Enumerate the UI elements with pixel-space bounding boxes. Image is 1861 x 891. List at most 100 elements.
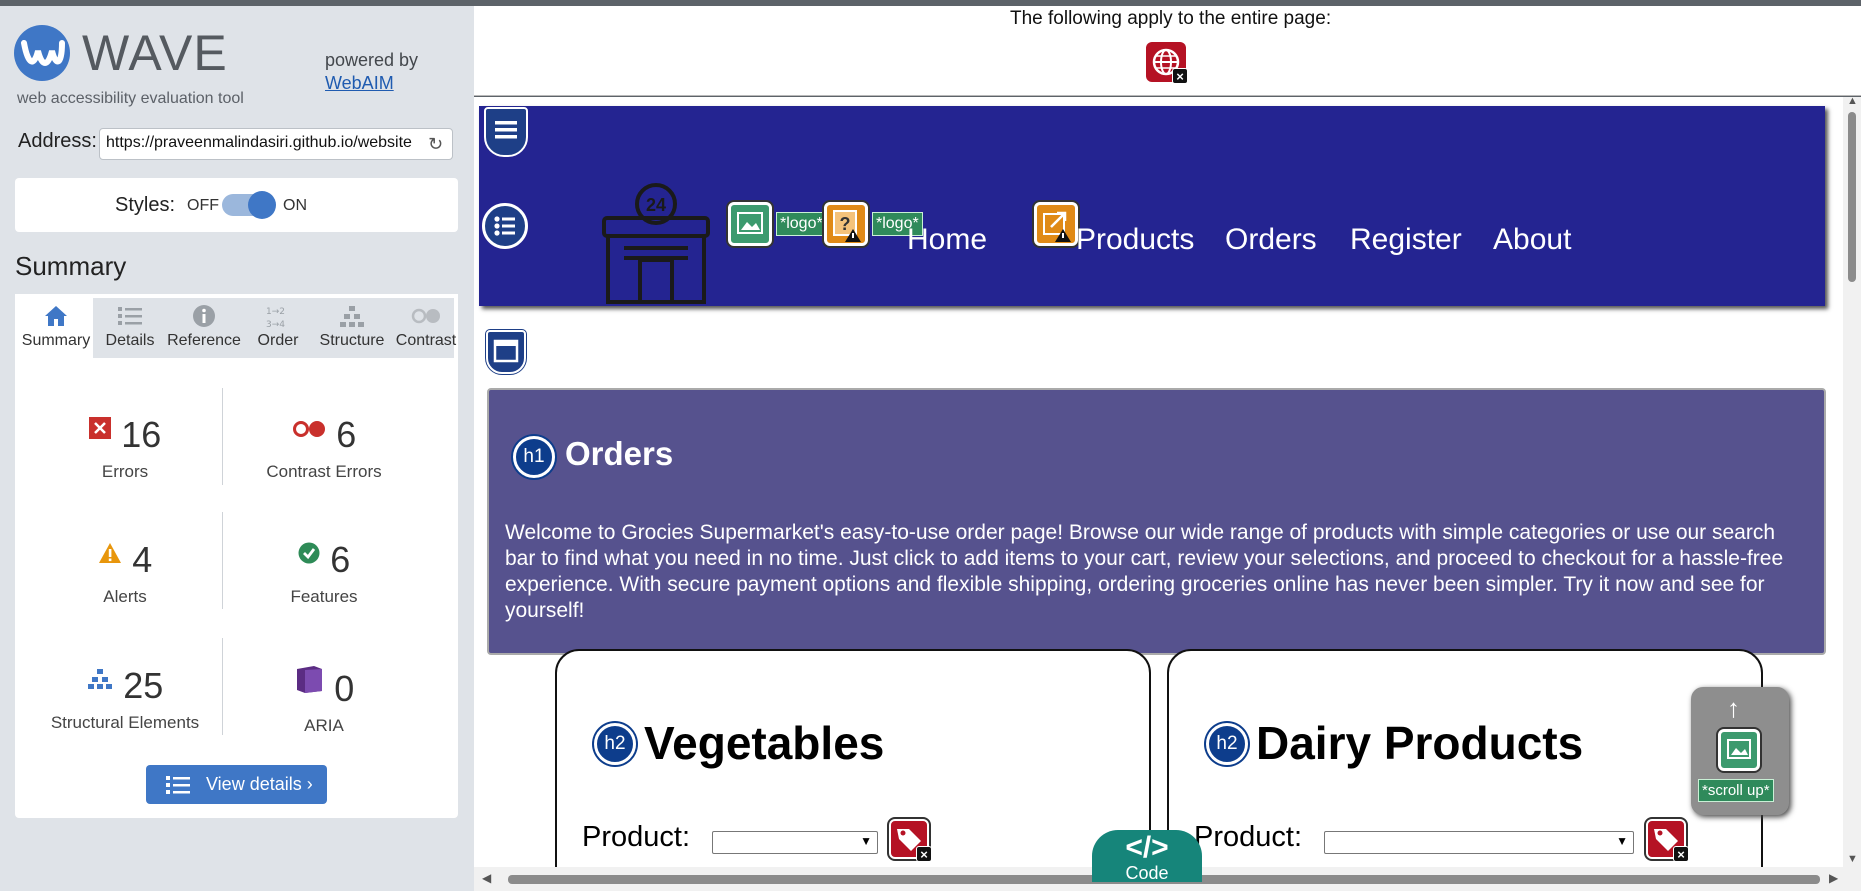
list-icon <box>93 298 167 332</box>
h2-badge-icon[interactable]: h2 <box>1206 723 1248 765</box>
stat-alerts[interactable]: 4 Alerts <box>25 539 225 607</box>
styles-toggle-card: Styles: OFF ON <box>15 178 458 232</box>
h1-badge-icon[interactable]: h1 <box>513 436 555 478</box>
nav-products-link[interactable]: Products <box>1076 223 1194 257</box>
scroll-right-arrow-icon[interactable]: ▶ <box>1829 871 1838 885</box>
header-region-icon[interactable] <box>484 107 528 157</box>
stat-divider <box>222 388 223 485</box>
stat-errors[interactable]: 16 Errors <box>25 414 225 482</box>
styles-toggle[interactable] <box>222 191 276 219</box>
nav-list-icon[interactable] <box>482 203 528 249</box>
stat-divider <box>222 638 223 735</box>
scroll-up-arrow-icon[interactable]: ▲ <box>1847 97 1858 107</box>
home-icon <box>19 298 93 332</box>
wave-tagline: web accessibility evaluation tool <box>17 90 244 107</box>
section-title: Vegetables <box>644 717 885 769</box>
summary-title: Summary <box>15 251 127 281</box>
redundant-link-alert-icon[interactable] <box>1034 202 1078 246</box>
scroll-up-button[interactable]: ↑ *scroll up* <box>1691 687 1789 815</box>
powered-by: powered by WebAIM <box>325 49 418 95</box>
h2-badge-icon[interactable]: h2 <box>594 723 636 765</box>
view-details-button[interactable]: View details › <box>146 765 327 804</box>
tab-structure[interactable]: Structure <box>315 298 389 360</box>
close-icon: × <box>916 846 932 862</box>
contrast-error-icon <box>292 419 326 444</box>
main-region-icon[interactable] <box>486 330 526 374</box>
tab-summary[interactable]: Summary <box>19 298 93 360</box>
vertical-scroll-thumb[interactable] <box>1848 112 1856 282</box>
linked-image-icon[interactable] <box>728 202 772 246</box>
toggle-knob[interactable] <box>248 191 276 219</box>
product-label: Product: <box>582 821 690 853</box>
structure-icon <box>315 298 389 332</box>
styles-label: Styles: <box>115 194 176 216</box>
code-icon: </> <box>1125 831 1169 864</box>
wave-logo-icon <box>14 25 70 81</box>
code-toggle-button[interactable]: </> Code <box>1092 830 1202 883</box>
alert-icon <box>98 542 122 569</box>
nav-orders-link[interactable]: Orders <box>1225 223 1317 257</box>
code-label: Code <box>1125 863 1169 883</box>
tab-details[interactable]: Details <box>93 298 167 360</box>
stat-structural-elements[interactable]: 25 Structural Elements <box>25 665 225 733</box>
tab-contrast[interactable]: Contrast <box>389 298 463 360</box>
close-icon: × <box>1172 68 1188 84</box>
view-details-label: View details › <box>206 774 313 794</box>
aria-icon <box>294 665 324 698</box>
language-error-icon[interactable]: × <box>1146 42 1188 84</box>
missing-label-error-icon[interactable]: × <box>1646 819 1689 862</box>
site-navbar: 24 *logo* ? *logo* Home Products Orders … <box>479 106 1825 306</box>
store-icon: 24 <box>602 183 710 304</box>
tab-order[interactable]: 1→2 3→4 Order <box>241 298 315 360</box>
product-select[interactable]: ▼ <box>1324 831 1634 854</box>
product-select[interactable]: ▼ <box>712 831 878 854</box>
reload-icon[interactable]: ↻ <box>428 134 443 155</box>
wave-sidebar: WAVE web accessibility evaluation tool p… <box>0 0 474 891</box>
vertical-scrollbar[interactable]: ▲ ▼ <box>1843 97 1861 867</box>
svg-text:24: 24 <box>646 195 666 215</box>
arrow-up-icon: ↑ <box>1727 693 1740 723</box>
stat-divider <box>222 512 223 609</box>
svg-text:1→2: 1→2 <box>266 307 285 317</box>
nav-about-link[interactable]: About <box>1493 223 1571 257</box>
dairy-card: h2 Dairy Products Product: ▼ × <box>1167 649 1763 891</box>
section-title: Dairy Products <box>1256 717 1584 769</box>
chevron-down-icon: ▼ <box>860 834 872 848</box>
stat-aria[interactable]: 0 ARIA <box>224 665 424 736</box>
scroll-down-arrow-icon[interactable]: ▼ <box>1847 853 1858 865</box>
stat-contrast-errors[interactable]: 6 Contrast Errors <box>224 414 424 482</box>
order-icon: 1→2 3→4 <box>241 298 315 332</box>
suspicious-alt-alert-icon[interactable]: ? <box>824 202 868 246</box>
powered-by-label: powered by <box>325 50 419 70</box>
webaim-link[interactable]: WebAIM <box>325 73 394 93</box>
svg-text:3→4: 3→4 <box>266 320 285 330</box>
nav-home-link[interactable]: Home <box>907 223 987 257</box>
page-viewport[interactable]: 24 *logo* ? *logo* Home Products Orders … <box>474 97 1861 891</box>
panel-tabs: Summary Details Reference 1→23→4 Order <box>15 294 458 360</box>
intro-section: h1 Orders Welcome to Grocies Supermarket… <box>487 388 1826 655</box>
wave-logo-text: WAVE <box>82 25 228 81</box>
address-input[interactable]: https://praveenmalindasiri.github.io/web… <box>99 128 453 160</box>
page-level-bar: The following apply to the entire page: … <box>474 6 1861 96</box>
styles-off-label: OFF <box>187 197 219 214</box>
stat-features[interactable]: 6 Features <box>224 539 424 607</box>
info-icon <box>167 298 241 332</box>
vegetables-card: h2 Vegetables Product: ▼ × <box>555 649 1151 891</box>
structure-icon <box>87 668 113 695</box>
chevron-down-icon: ▼ <box>1616 834 1628 848</box>
list-icon <box>166 775 190 800</box>
scroll-left-arrow-icon[interactable]: ◀ <box>482 871 491 885</box>
summary-card: Summary Details Reference 1→23→4 Order <box>15 294 458 818</box>
close-icon: × <box>1673 846 1689 862</box>
error-icon <box>88 417 111 444</box>
missing-label-error-icon[interactable]: × <box>889 819 932 862</box>
alt-text-tag: *scroll up* <box>1698 779 1774 802</box>
tab-reference[interactable]: Reference <box>167 298 241 360</box>
page-level-text: The following apply to the entire page: <box>1010 8 1332 29</box>
nav-register-link[interactable]: Register <box>1350 223 1462 257</box>
svg-text:?: ? <box>840 214 851 234</box>
product-label: Product: <box>1194 821 1302 853</box>
page-title: Orders <box>565 435 674 472</box>
contrast-icon <box>389 298 463 332</box>
linked-image-icon[interactable] <box>1718 729 1760 771</box>
